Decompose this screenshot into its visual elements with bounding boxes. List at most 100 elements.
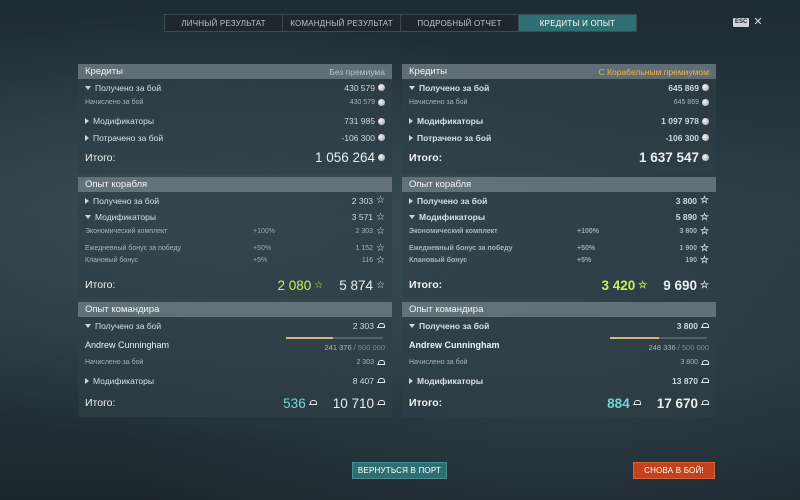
total-value: 17 670 [656, 395, 698, 411]
total-value: 1 637 547 [638, 150, 699, 165]
section-header: Кредиты С Корабельным премиумом [402, 64, 716, 79]
row-value: 3 571 [351, 212, 374, 222]
commander-modifiers-row[interactable]: Модификаторы 13 870 [402, 372, 716, 390]
credits-received-row[interactable]: Получено за бой 430 579 [78, 79, 392, 96]
collapse-icon [85, 85, 91, 90]
credits-icon [702, 117, 709, 125]
elite-xp-icon [308, 400, 317, 406]
battle-again-button[interactable]: СНОВА В БОЙ! [633, 462, 715, 479]
xp-star-icon: ☆ [376, 243, 385, 254]
elite-xp-icon [632, 400, 641, 406]
credits-received-row[interactable]: Получено за бой 645 869 [402, 79, 716, 96]
commander-name: Andrew Cunningham [409, 340, 500, 350]
ship-xp-panel-premium: Опыт корабля Получено за бой 3 800 ☆ Моди… [402, 177, 716, 298]
commander-xp-received-row[interactable]: Получено за бой 3 800 [402, 317, 716, 334]
section-header: Опыт корабля [402, 177, 716, 192]
tab-personal-result[interactable]: ЛИЧНЫЙ РЕЗУЛЬТАТ [165, 15, 283, 31]
expand-icon [85, 118, 89, 124]
xp-star-icon: ☆ [700, 195, 709, 206]
free-xp-icon: ☆ [314, 279, 324, 291]
ship-xp-total-row: Итого: 2 080 ☆ 5 874 ☆ [78, 270, 392, 300]
row-value: 430 579 [349, 99, 375, 106]
ship-xp-modifiers-row[interactable]: Модификаторы 5 890 ☆ [402, 209, 716, 225]
expand-icon [409, 118, 413, 124]
expand-icon [85, 197, 89, 204]
row-label: Получено за бой [419, 82, 490, 93]
commander-modifiers-row[interactable]: Модификаторы 8 407 [78, 372, 392, 390]
row-label: Получено за бой [93, 195, 160, 206]
bonus-percent: +50% [577, 245, 596, 252]
row-label: Потрачено за бой [417, 132, 492, 143]
row-value: 116 [361, 257, 374, 264]
credits-total-row: Итого: 1 637 547 [402, 145, 716, 170]
commander-xp-total-row: Итого: 536 10 710 [78, 390, 392, 416]
xp-star-icon: ☆ [376, 195, 385, 206]
row-label: Экономический комплект [409, 228, 498, 235]
ship-xp-received-row[interactable]: Получено за бой 3 800 ☆ [402, 192, 716, 209]
tab-bar: ЛИЧНЫЙ РЕЗУЛЬТАТ КОМАНДНЫЙ РЕЗУЛЬТАТ ПОД… [164, 14, 637, 32]
tab-team-result[interactable]: КОМАНДНЫЙ РЕЗУЛЬТАТ [283, 15, 401, 31]
row-label: Модификаторы [419, 212, 486, 222]
commander-xp-max: / 500 000 [677, 342, 709, 352]
tab-detailed-report[interactable]: ПОДРОБНЫЙ ОТЧЕТ [401, 15, 519, 31]
close-button[interactable]: ESC ✕ [733, 17, 763, 28]
row-label: Начислено за бой [409, 99, 468, 106]
xp-star-icon: ☆ [376, 226, 385, 237]
row-label: Экономический комплект [85, 228, 168, 235]
commander-xp-current: 248 336 [648, 342, 676, 352]
collapse-icon [409, 215, 415, 219]
bonus-percent: +100% [577, 228, 599, 235]
total-value: 10 710 [332, 395, 374, 411]
commander-progress-bar [610, 337, 707, 339]
tab-credits-and-xp[interactable]: КРЕДИТЫ И ОПЫТ [519, 15, 636, 31]
credits-modifiers-row[interactable]: Модификаторы 1 097 978 [402, 112, 716, 130]
premium-label: Без премиума [329, 66, 385, 77]
credits-accrued-row: Начислено за бой 430 579 [78, 96, 392, 109]
premium-label: С Корабельным премиумом [598, 66, 709, 77]
free-xp-icon: ☆ [638, 279, 648, 291]
clan-bonus-row: Клановый бонус +5% 116 ☆ [78, 255, 392, 266]
credits-modifiers-row[interactable]: Модификаторы 731 985 [78, 112, 392, 130]
xp-star-icon: ☆ [700, 226, 709, 237]
commander-xp-max: / 500 000 [353, 342, 385, 352]
row-label: Получено за бой [95, 320, 162, 331]
commander-xp-icon [377, 400, 385, 406]
section-title: Опыт командира [85, 304, 160, 315]
ship-xp-panel-base: Опыт корабля Получено за бой 2 303 ☆ Моди… [78, 177, 392, 298]
row-label: Клановый бонус [85, 257, 139, 264]
ship-xp-modifiers-row[interactable]: Модификаторы 3 571 ☆ [78, 209, 392, 225]
credits-spent-row[interactable]: Потрачено за бой -106 300 [78, 130, 392, 145]
commander-row: Andrew Cunningham 241 376 / 500 000 [78, 334, 392, 356]
ship-xp-received-row[interactable]: Получено за бой 2 303 ☆ [78, 192, 392, 209]
credits-total-row: Итого: 1 056 264 [78, 145, 392, 170]
xp-star-icon: ☆ [376, 211, 385, 223]
xp-star-icon: ☆ [700, 255, 709, 266]
collapse-icon [85, 215, 91, 219]
row-value: 1 152 [355, 245, 374, 252]
daily-bonus-row: Ежедневный бонус за победу +50% 1 152 ☆ [78, 242, 392, 255]
row-value: 731 985 [344, 116, 375, 126]
daily-bonus-row: Ежедневный бонус за победу +50% 1 900 ☆ [402, 242, 716, 255]
row-label: Модификаторы [417, 116, 484, 126]
bonus-percent: +5% [577, 257, 592, 264]
row-value: 3 800 [680, 359, 698, 366]
row-value: 190 [685, 257, 698, 264]
section-header: Опыт командира [78, 302, 392, 317]
credits-icon [378, 99, 385, 106]
xp-star-icon: ☆ [700, 243, 709, 254]
total-label: Итого: [85, 279, 116, 291]
commander-xp-received-row[interactable]: Получено за бой 2 303 [78, 317, 392, 334]
credits-panel-base: Кредиты Без премиума Получено за бой 430… [78, 64, 392, 174]
row-value: 3 800 [675, 195, 698, 206]
return-to-port-button[interactable]: ВЕРНУТЬСЯ В ПОРТ [352, 462, 447, 479]
xp-star-icon: ☆ [376, 255, 385, 266]
row-label: Модификаторы [93, 376, 154, 386]
collapse-icon [85, 323, 91, 328]
row-value: 1 097 978 [661, 116, 699, 126]
esc-key-icon: ESC [733, 17, 750, 27]
free-xp-value: 2 080 [277, 277, 312, 293]
row-label: Получено за бой [419, 320, 490, 331]
total-label: Итого: [409, 151, 443, 164]
credits-spent-row[interactable]: Потрачено за бой -106 300 [402, 130, 716, 145]
economic-kit-row: Экономический комплект +100% 3 800 ☆ [402, 225, 716, 238]
